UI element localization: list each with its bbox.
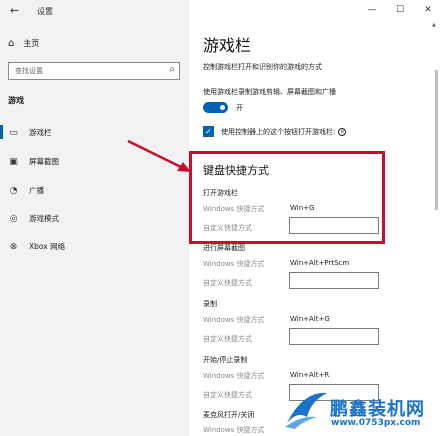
toggle-label: 使用游戏栏录制游戏剪辑、屏幕截图和广播	[203, 88, 336, 96]
shortcut-group-title: 麦克风打开/关闭	[203, 411, 255, 419]
custom-shortcut-label: 自定义快捷方式	[203, 335, 252, 343]
windows-shortcut-label: Windows 快捷方式	[203, 260, 265, 268]
custom-shortcut-input[interactable]	[289, 217, 379, 234]
sidebar-item-label: 游戏模式	[29, 214, 59, 223]
search-icon[interactable]: ⌕	[169, 64, 175, 75]
sidebar-item-label: 广播	[29, 186, 44, 195]
controller-checkbox[interactable]: ✓	[203, 126, 214, 137]
sidebar-item-label: 游戏栏	[29, 128, 52, 137]
sidebar-item-screenshot[interactable]: ▣ 屏幕截图	[8, 156, 59, 167]
shortcut-group-title: 进行屏幕截图	[203, 244, 245, 252]
search-box[interactable]: ⌕	[8, 62, 180, 80]
shortcut-group-title: 打开游戏栏	[203, 189, 238, 197]
watermark-url: www.0753px.com	[331, 418, 421, 428]
section-label: 游戏	[8, 96, 24, 105]
minimize-button[interactable]: —	[358, 0, 386, 20]
sidebar-item-label: 主页	[23, 39, 40, 48]
windows-shortcut-label: Windows 快捷方式	[203, 316, 265, 324]
watermark-logo-icon	[285, 392, 327, 429]
custom-shortcut-label: 自定义快捷方式	[203, 391, 252, 399]
record-toggle[interactable]	[203, 102, 228, 113]
windows-shortcut-label: Windows 快捷方式	[203, 372, 265, 380]
annotation-arrow	[127, 139, 191, 172]
app-title: 设置	[37, 7, 53, 16]
search-input[interactable]	[9, 63, 159, 79]
custom-shortcut-label: 自定义快捷方式	[203, 279, 252, 287]
windows-shortcut-value: Win+Alt+PrtScm	[290, 259, 350, 267]
toggle-state: 开	[236, 104, 243, 112]
sidebar-item-game-bar[interactable]: ▭ 游戏栏	[8, 127, 52, 138]
shortcuts-title: 键盘快捷方式	[203, 164, 269, 177]
windows-shortcut-value: Win+Alt+G	[290, 315, 330, 323]
sidebar-item-home[interactable]: ⌂ 主页	[8, 38, 39, 49]
home-icon: ⌂	[8, 38, 15, 49]
shortcut-group-title: 录制	[203, 300, 217, 308]
checkbox-label-wrap: 使用控制器上的这个按钮打开游戏栏: ✕	[221, 127, 347, 137]
game-mode-icon: ◎	[9, 213, 18, 224]
scroll-up-icon[interactable]: ▲	[432, 22, 436, 28]
sidebar-item-game-mode[interactable]: ◎ 游戏模式	[8, 213, 59, 224]
sidebar-item-label: 屏幕截图	[29, 157, 59, 166]
back-arrow-icon[interactable]: ←	[10, 5, 22, 17]
windows-shortcut-label: Windows 快捷方式	[203, 205, 265, 213]
page-title: 游戏栏	[203, 36, 252, 55]
page-description: 控制游戏栏打开和识别你的游戏的方式	[203, 63, 322, 71]
window-controls: — ☐ ✕	[358, 0, 442, 20]
xbox-icon: ⊗	[9, 241, 18, 252]
windows-shortcut-label: Windows 快捷方式	[203, 426, 265, 434]
scrollbar-thumb[interactable]	[435, 70, 438, 210]
windows-shortcut-value: Win+G	[290, 204, 315, 212]
maximize-button[interactable]: ☐	[386, 0, 414, 20]
screenshot-icon: ▣	[9, 156, 18, 167]
broadcast-icon: ◔	[9, 185, 18, 196]
sidebar-item-broadcast[interactable]: ◔ 广播	[8, 185, 44, 196]
shortcut-group-title: 开始/停止录制	[203, 356, 248, 364]
active-indicator	[0, 125, 3, 139]
sidebar-item-xbox[interactable]: ⊗ Xbox 网络	[8, 241, 65, 252]
custom-shortcut-label: 自定义快捷方式	[203, 224, 252, 232]
custom-shortcut-input[interactable]	[289, 328, 379, 345]
sidebar: ← 设置 ⌂ 主页 ⌕ 游戏 ▭ 游戏栏 ▣ 屏幕截图 ◔ 广播 ◎ 游戏模式 …	[0, 0, 189, 436]
xbox-button-icon: ✕	[338, 128, 347, 136]
game-bar-icon: ▭	[9, 127, 18, 138]
checkbox-label: 使用控制器上的这个按钮打开游戏栏:	[221, 128, 336, 136]
sidebar-item-label: Xbox 网络	[29, 242, 66, 251]
windows-shortcut-value: Win+Alt+R	[290, 371, 330, 379]
custom-shortcut-input[interactable]	[289, 272, 379, 289]
close-button[interactable]: ✕	[414, 0, 442, 20]
